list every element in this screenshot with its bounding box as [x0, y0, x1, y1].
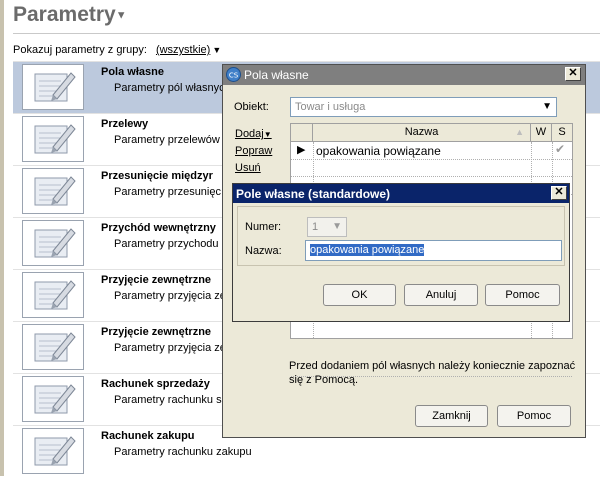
- parameter-description: Parametry przychodu: [114, 238, 219, 250]
- table-cell-name: opakowania powiązane: [316, 144, 441, 158]
- page-title-text: Parametry: [13, 3, 116, 26]
- parameter-icon: [22, 324, 84, 370]
- object-label: Obiekt:: [234, 101, 269, 113]
- column-header-w[interactable]: W: [531, 124, 552, 141]
- parameter-icon: [22, 64, 84, 110]
- parameter-title: Przyjęcie zewnętrzne: [101, 274, 212, 286]
- parameter-icon: [22, 428, 84, 474]
- edit-link[interactable]: Popraw: [235, 145, 272, 157]
- parameter-title: Przelewy: [101, 118, 149, 130]
- parameter-title: Przyjęcie zewnętrzne: [101, 326, 212, 338]
- document-pencil-icon: [34, 384, 76, 414]
- parameter-title: Przesunięcie międzyr: [101, 170, 213, 182]
- help-button[interactable]: Pomoc: [497, 405, 571, 427]
- chevron-down-icon: ▼: [263, 130, 272, 139]
- document-pencil-icon: [34, 124, 76, 154]
- help-button[interactable]: Pomoc: [485, 284, 560, 306]
- name-input-value: opakowania powiązane: [310, 244, 425, 256]
- group-filter: Pokazuj parametry z grupy: (wszystkie) ▼: [13, 44, 221, 56]
- object-select-value: Towar i usługa: [295, 101, 366, 113]
- parameter-icon: [22, 376, 84, 422]
- parameter-title: Przychód wewnętrzny: [101, 222, 216, 234]
- document-pencil-icon: [34, 332, 76, 362]
- custom-field-edit-titlebar[interactable]: Pole własne (standardowe) ✕: [233, 184, 569, 203]
- custom-field-edit-dialog: Pole własne (standardowe) ✕ Numer: 1 ▼ N…: [232, 183, 570, 322]
- chevron-down-icon[interactable]: ▼: [212, 45, 221, 55]
- parameter-description: Parametry przyjęcia ze: [114, 290, 226, 302]
- add-link[interactable]: Dodaj▼: [235, 128, 272, 140]
- custom-fields-dialog-title: Pola własne: [244, 68, 309, 82]
- document-pencil-icon: [34, 228, 76, 258]
- document-pencil-icon: [34, 176, 76, 206]
- number-select[interactable]: 1 ▼: [307, 217, 347, 237]
- svg-text:CS: CS: [229, 72, 239, 80]
- close-button[interactable]: Zamknij: [415, 405, 488, 427]
- page-title[interactable]: Parametry▼: [13, 3, 127, 27]
- parameter-icon: [22, 220, 84, 266]
- custom-field-edit-title: Pole własne (standardowe): [236, 187, 391, 201]
- sort-asc-icon: ▲: [515, 127, 524, 137]
- chevron-down-icon: ▼: [542, 101, 552, 112]
- column-header-name[interactable]: Nazwa ▲: [313, 124, 531, 141]
- row-pointer-icon: ▶: [297, 144, 306, 156]
- table-header: Nazwa ▲ W S: [291, 124, 572, 142]
- number-select-value: 1: [312, 221, 319, 233]
- parameter-icon: [22, 168, 84, 214]
- field-properties-group: Numer: 1 ▼ Nazwa: opakowania powiązane: [237, 206, 565, 266]
- custom-fields-dialog-titlebar[interactable]: CS Pola własne ✕: [223, 65, 585, 85]
- add-link-text: Dodaj: [235, 128, 264, 140]
- parameter-description: Parametry przyjęcia ze: [114, 342, 226, 354]
- object-select[interactable]: Towar i usługa ▼: [290, 97, 557, 117]
- close-icon[interactable]: ✕: [551, 186, 567, 200]
- parameter-description: Parametry rachunku zakupu: [114, 446, 252, 458]
- parameter-title: Rachunek sprzedaży: [101, 378, 210, 390]
- name-input[interactable]: opakowania powiązane: [305, 240, 562, 261]
- parameter-title: Pola własne: [101, 66, 164, 78]
- document-pencil-icon: [34, 280, 76, 310]
- number-label: Numer:: [245, 221, 282, 233]
- document-pencil-icon: [34, 72, 76, 102]
- parameter-icon: [22, 116, 84, 162]
- app-icon: CS: [226, 67, 241, 82]
- table-row[interactable]: ▶ opakowania powiązane ✔: [291, 142, 572, 160]
- column-header-name-text: Nazwa: [404, 126, 439, 138]
- parameter-description: Parametry pól własnych: [114, 82, 231, 94]
- parameter-title: Rachunek zakupu: [101, 430, 195, 442]
- title-divider: [13, 33, 600, 34]
- help-note: Przed dodaniem pól własnych należy konie…: [289, 360, 576, 386]
- chevron-down-icon: ▼: [115, 9, 127, 22]
- chevron-down-icon: ▼: [332, 221, 342, 232]
- check-icon: ✔: [555, 142, 566, 156]
- name-label: Nazwa:: [245, 245, 282, 257]
- table-gridline: [291, 176, 572, 177]
- column-header-s[interactable]: S: [552, 124, 572, 141]
- parameter-description: Parametry rachunku sp: [114, 394, 228, 406]
- parameter-description: Parametry przesunięc: [114, 186, 221, 198]
- group-filter-select[interactable]: (wszystkie): [156, 44, 210, 56]
- cancel-button[interactable]: Anuluj: [404, 284, 478, 306]
- ok-button[interactable]: OK: [323, 284, 396, 306]
- close-icon[interactable]: ✕: [565, 67, 581, 81]
- group-filter-label: Pokazuj parametry z grupy:: [13, 44, 147, 56]
- parameter-icon: [22, 272, 84, 318]
- left-edge-bar: [0, 0, 4, 476]
- document-pencil-icon: [34, 436, 76, 466]
- parameter-description: Parametry przelewów: [114, 134, 220, 146]
- delete-link[interactable]: Usuń: [235, 162, 261, 174]
- row-indicator-header: [291, 124, 313, 141]
